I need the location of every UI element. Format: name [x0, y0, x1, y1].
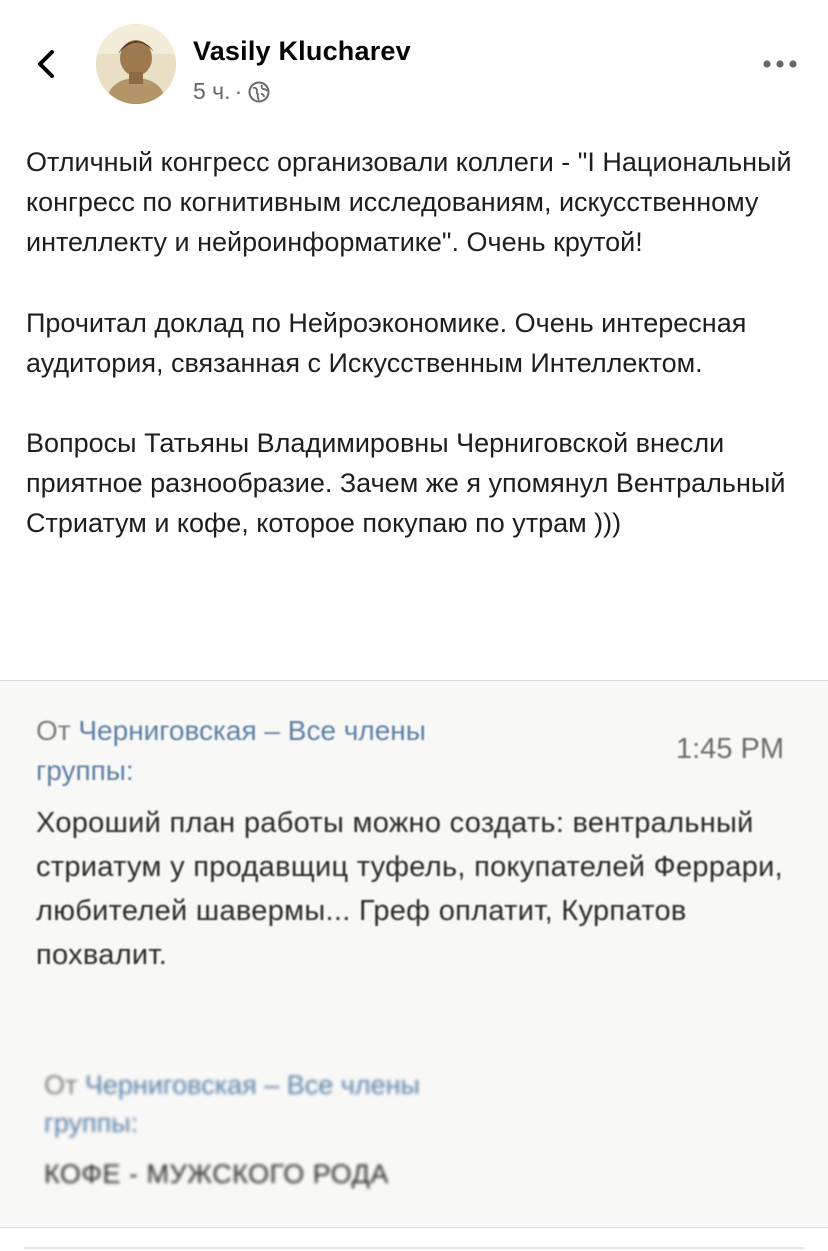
sender-group-cont: группы:: [36, 755, 134, 786]
post-header: Vasily Klucharev 5 ч. ·: [0, 0, 828, 120]
chevron-left-icon: [38, 50, 54, 78]
reactions-divider: [24, 1247, 804, 1249]
post-paragraph: Прочитал доклад по Нейроэкономике. Очень…: [26, 307, 747, 378]
meta-separator: ·: [234, 78, 243, 104]
message-text: КОФЕ - МУЖСКОГО РОДА: [44, 1159, 389, 1189]
message-sender: От Черниговская – Все члены группы:: [36, 711, 596, 791]
post-meta: 5 ч. ·: [193, 78, 270, 105]
author-name[interactable]: Vasily Klucharev: [193, 36, 411, 67]
sender-group-cont: группы:: [44, 1108, 139, 1138]
avatar[interactable]: [96, 24, 176, 104]
sender-group: Черниговская – Все члены: [78, 715, 426, 746]
photo-bottom-divider: [0, 1227, 828, 1228]
post-time[interactable]: 5 ч.: [193, 78, 231, 105]
post-paragraph: Вопросы Татьяны Владимировны Черниговско…: [26, 428, 786, 539]
post-body: Отличный конгресс организовали коллеги -…: [26, 142, 806, 544]
attached-photo[interactable]: От Черниговская – Все члены группы: Хоро…: [0, 681, 828, 1226]
message-sender: От Черниговская – Все члены группы:: [44, 1066, 604, 1142]
chat-message-1: От Черниговская – Все члены группы: Хоро…: [36, 711, 783, 977]
more-options-button[interactable]: [758, 50, 802, 78]
back-button[interactable]: [26, 42, 66, 86]
message-time: 1:45 PM: [676, 733, 784, 765]
avatar-image: [96, 24, 176, 104]
globe-icon[interactable]: [248, 81, 270, 103]
sender-prefix: От: [44, 1070, 85, 1100]
more-horizontal-icon: [763, 60, 797, 68]
sender-group: Черниговская – Все члены: [84, 1070, 420, 1100]
message-text: Хороший план работы можно создать: вентр…: [36, 807, 784, 971]
chat-message-2: От Черниговская – Все члены группы: КОФЕ…: [44, 1066, 604, 1194]
sender-prefix: От: [36, 715, 79, 746]
post-paragraph: Отличный конгресс организовали коллеги -…: [26, 147, 792, 258]
